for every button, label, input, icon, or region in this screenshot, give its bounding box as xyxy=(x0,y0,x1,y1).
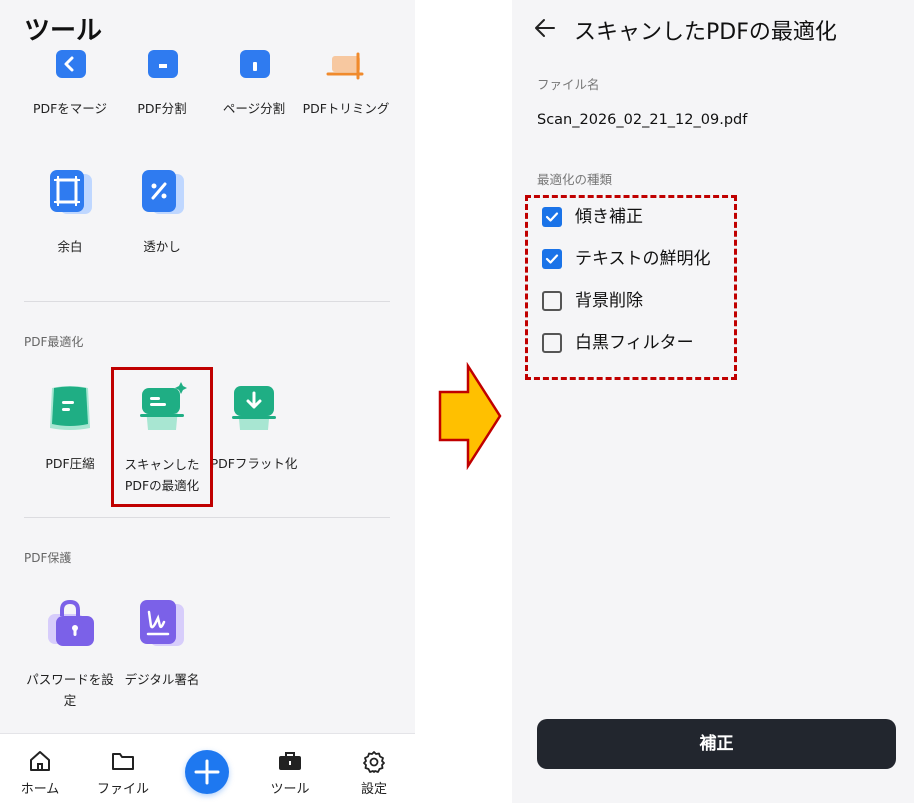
right-arrow-icon xyxy=(438,362,502,470)
highlight-options xyxy=(525,195,737,380)
tool-label: パスワードを設 定 xyxy=(26,672,114,708)
tool-pdf-flatten[interactable]: PDFフラット化 xyxy=(208,378,300,498)
nav-settings[interactable]: 設定 xyxy=(334,734,414,803)
tool-watermark[interactable]: 透かし xyxy=(116,160,208,260)
back-arrow-icon[interactable] xyxy=(534,18,556,38)
tool-merge-pdf[interactable]: PDFをマージ xyxy=(24,40,116,130)
tool-label: 透かし xyxy=(143,239,181,254)
nav-tools[interactable]: ツール xyxy=(250,734,330,803)
tool-page-split[interactable]: ページ分割 xyxy=(208,40,300,130)
file-name-value: Scan_2026_02_21_12_09.pdf xyxy=(537,112,748,128)
home-icon xyxy=(30,751,50,771)
file-name-label: ファイル名 xyxy=(537,77,600,92)
tool-margin[interactable]: 余白 xyxy=(24,160,116,260)
page-split-icon xyxy=(240,50,270,78)
section-title-protect: PDF保護 xyxy=(24,551,72,565)
trimming-icon xyxy=(326,52,364,80)
apply-correction-button[interactable]: 補正 xyxy=(537,719,896,769)
toolbox-icon xyxy=(279,752,301,770)
highlight-scanned-optimize xyxy=(111,367,213,507)
nav-label: 設定 xyxy=(360,782,387,797)
nav-label: ホーム xyxy=(20,782,60,797)
tool-pdf-trimming[interactable]: PDFトリミング xyxy=(300,40,392,130)
lock-icon xyxy=(48,599,94,646)
split-icon xyxy=(148,50,178,78)
tool-split-pdf[interactable]: PDF分割 xyxy=(116,40,208,130)
tool-label: PDF分割 xyxy=(137,101,187,116)
tool-label: PDFフラット化 xyxy=(210,456,298,471)
tool-set-password[interactable]: パスワードを設 定 xyxy=(24,594,116,714)
optimization-type-label: 最適化の種類 xyxy=(537,172,613,187)
tool-label: 余白 xyxy=(57,239,83,254)
tool-digital-signature[interactable]: デジタル署名 xyxy=(116,594,208,714)
divider xyxy=(24,301,390,302)
tool-pdf-compress[interactable]: PDF圧縮 xyxy=(24,378,116,498)
divider xyxy=(24,517,390,518)
plus-icon xyxy=(194,759,220,785)
watermark-icon xyxy=(142,170,184,214)
bottom-navigation: ホーム ファイル ツール 設定 xyxy=(0,733,415,803)
tools-screen: ツール PDFをマージ PDF分割 ページ分割 PDFトリミング 余白 透かし … xyxy=(0,0,415,803)
add-button[interactable] xyxy=(185,750,229,794)
signature-icon xyxy=(140,600,184,646)
merge-icon xyxy=(56,50,86,78)
tool-label: PDF圧縮 xyxy=(45,456,95,471)
flatten-icon xyxy=(232,386,276,430)
folder-icon xyxy=(112,753,134,770)
nav-home[interactable]: ホーム xyxy=(0,734,80,803)
tool-label: ページ分割 xyxy=(222,101,286,116)
margin-icon xyxy=(50,170,92,214)
tool-label: PDFトリミング xyxy=(302,101,390,116)
scan-optimize-screen: スキャンしたPDFの最適化 ファイル名 Scan_2026_02_21_12_0… xyxy=(512,0,914,803)
gear-icon xyxy=(363,751,385,773)
section-title-optimize: PDF最適化 xyxy=(24,335,84,349)
tool-label: デジタル署名 xyxy=(124,672,200,687)
nav-label: ファイル xyxy=(96,782,149,797)
tool-label: PDFをマージ xyxy=(32,101,108,116)
nav-files[interactable]: ファイル xyxy=(83,734,163,803)
compress-icon xyxy=(50,386,90,430)
nav-label: ツール xyxy=(270,782,310,797)
screen-title: スキャンしたPDFの最適化 xyxy=(574,20,837,45)
